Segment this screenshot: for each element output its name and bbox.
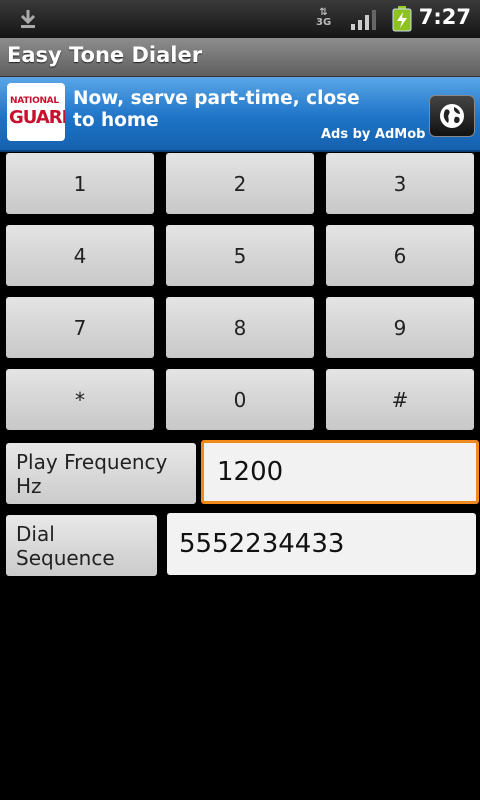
key-5[interactable]: 5 [166,225,314,286]
key-4[interactable]: 4 [6,225,154,286]
key-1[interactable]: 1 [6,153,154,214]
ad-logo-bottom-text: GUARD [9,107,65,128]
dial-sequence-button[interactable]: Dial Sequence [6,515,157,576]
ad-logo-top-text: NATIONAL [10,96,59,106]
key-8[interactable]: 8 [166,297,314,358]
ad-headline[interactable]: Now, serve part-time, close to home [73,88,373,132]
globe-icon [440,104,464,128]
ad-attribution: Ads by AdMob [321,127,426,142]
key-9[interactable]: 9 [326,297,474,358]
clock: 7:27 [418,5,471,29]
key-7[interactable]: 7 [6,297,154,358]
key-0[interactable]: 0 [166,369,314,430]
app-title: Easy Tone Dialer [7,43,203,67]
key-2[interactable]: 2 [166,153,314,214]
download-icon [18,8,38,34]
status-bar: ⇅ 3G 7:27 [0,0,480,38]
key-3[interactable]: 3 [326,153,474,214]
key-hash[interactable]: # [326,369,474,430]
frequency-input[interactable]: 1200 [201,440,479,504]
ad-banner[interactable]: NATIONAL GUARD Now, serve part-time, clo… [0,77,480,152]
ad-open-button[interactable] [429,95,475,137]
app-title-bar: Easy Tone Dialer [0,38,480,77]
3g-data-icon: ⇅ 3G [316,7,332,28]
key-star[interactable]: * [6,369,154,430]
battery-charging-icon [392,6,412,36]
ad-logo: NATIONAL GUARD [7,83,65,141]
key-6[interactable]: 6 [326,225,474,286]
play-frequency-button[interactable]: Play Frequency Hz [6,443,196,504]
dial-sequence-input[interactable]: 5552234433 [167,513,476,575]
signal-icon [350,9,378,35]
